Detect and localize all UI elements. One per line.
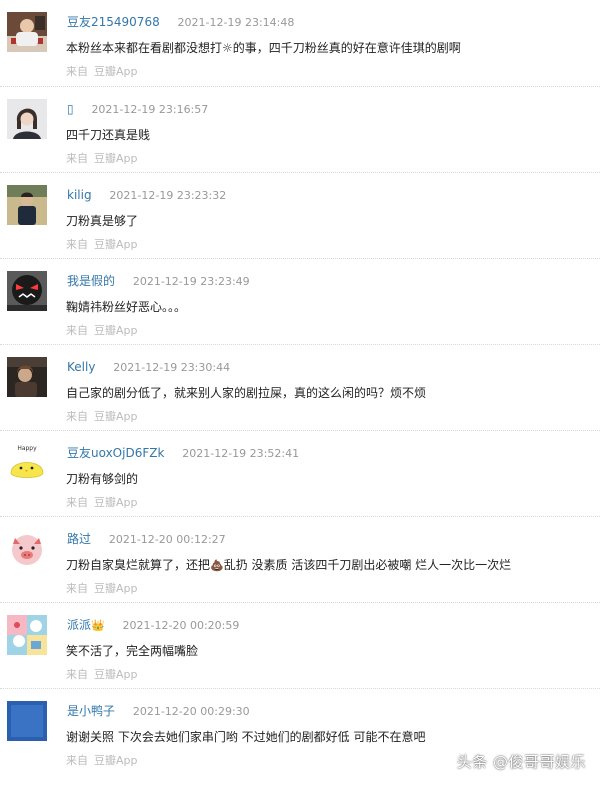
source-prefix: 来自 [66, 754, 88, 767]
comment-item: 豆友215490768 2021-12-19 23:14:48 本粉丝本来都在看… [0, 0, 600, 86]
avatar[interactable] [7, 99, 47, 139]
comment-item: 路过 2021-12-20 00:12:27 刀粉自家臭烂就算了，还把💩乱扔 没… [0, 516, 600, 602]
comment-text: 谢谢关照 下次会去她们家串门哟 不过她们的剧都好低 可能不在意吧 [66, 730, 426, 744]
comment-time: 2021-12-19 23:30:44 [113, 361, 231, 374]
avatar[interactable] [7, 271, 47, 311]
comment-source: 来自 豆瓣App [66, 494, 138, 510]
avatar[interactable] [7, 615, 47, 655]
comment-source: 来自 豆瓣App [66, 752, 138, 768]
comment-item: 我是假的 2021-12-19 23:23:49 鞠婧祎粉丝好恶心。。。 来自豆… [0, 258, 600, 344]
username-link[interactable]: 我是假的 [67, 274, 115, 288]
comment-text: 刀粉真是够了 [66, 214, 139, 228]
avatar[interactable] [7, 357, 47, 397]
avatar[interactable] [7, 529, 47, 569]
blue-square-avatar-icon [7, 701, 47, 741]
source-app: 豆瓣App [94, 324, 138, 337]
comment-time: 2021-12-19 23:14:48 [177, 16, 295, 29]
comment-item: kilig 2021-12-19 23:23:32 刀粉真是够了 来自 豆瓣App [0, 172, 600, 258]
comment-text: 自己家的剧分低了，就来别人家的剧拉屎，真的这么闲的吗？烦不烦 [66, 386, 427, 400]
comment-text: 本粉丝本来都在看剧都没想打☼的事，四千刀粉丝真的好在意许佳琪的剧啊 [66, 41, 461, 55]
avatar-label: Happy [17, 445, 37, 452]
source-prefix: 来自 [66, 152, 88, 165]
source-app: 豆瓣App [94, 65, 138, 78]
source-app: 豆瓣App [94, 582, 138, 595]
comment-item: ▯ 2021-12-19 23:16:57 四千刀还真是贱 来自 豆瓣App [0, 86, 600, 172]
source-prefix: 来自 [66, 410, 88, 423]
comment-time: 2021-12-19 23:23:32 [109, 189, 227, 202]
comment-text-part: 乱扔 没素质 活该四千刀剧出必被嘲 烂人一次比一次烂 [223, 558, 512, 572]
woman-photo-avatar-icon [7, 99, 47, 139]
comment-meta: ▯ 2021-12-19 23:16:57 [67, 101, 208, 118]
comment-text-part: 刀粉自家臭烂就算了，还把 [66, 558, 211, 572]
person-photo-avatar-icon [7, 12, 47, 52]
source-prefix: 来自 [66, 324, 88, 337]
source-prefix: 来自 [66, 238, 88, 251]
username-link[interactable]: 派派👑 [67, 618, 105, 632]
source-app: 豆瓣App [94, 754, 138, 767]
source-prefix: 来自 [66, 582, 88, 595]
comment-text: 刀粉有够剑的 [66, 472, 139, 486]
username-link[interactable]: 路过 [67, 532, 91, 546]
comment-item: Happy 豆友uoxOjD6FZk 2021-12-19 23:52:41 刀… [0, 430, 600, 516]
source-app: 豆瓣App [94, 152, 138, 165]
comment-meta: Kelly 2021-12-19 23:30:44 [67, 359, 230, 376]
comment-source: 来自 豆瓣App [66, 580, 138, 596]
comment-list: 豆友215490768 2021-12-19 23:14:48 本粉丝本来都在看… [0, 0, 600, 774]
person-photo-avatar-icon [7, 185, 47, 225]
username-link[interactable]: Kelly [67, 360, 95, 374]
comment-source: 来自 豆瓣App [66, 408, 138, 424]
username-text: 派派 [67, 618, 92, 632]
avatar[interactable] [7, 185, 47, 225]
comment-time: 2021-12-19 23:52:41 [182, 447, 300, 460]
username-link[interactable]: 豆友uoxOjD6FZk [67, 446, 164, 460]
comment-meta: 豆友uoxOjD6FZk 2021-12-19 23:52:41 [67, 445, 299, 462]
comment-meta: 是小鸭子 2021-12-20 00:29:30 [67, 703, 250, 720]
cartoon-angry-avatar-icon [7, 271, 47, 311]
comment-source: 来自 豆瓣App [66, 236, 138, 252]
avatar[interactable] [7, 12, 47, 52]
comment-meta: 豆友215490768 2021-12-19 23:14:48 [67, 14, 294, 31]
source-app: 豆瓣App [94, 668, 138, 681]
comment-item: Kelly 2021-12-19 23:30:44 自己家的剧分低了，就来别人家… [0, 344, 600, 430]
comment-text: 鞠婧祎粉丝好恶心。。。 [66, 300, 187, 314]
source-app: 豆瓣App [94, 496, 138, 509]
username-link[interactable]: kilig [67, 188, 92, 202]
comment-time: 2021-12-19 23:23:49 [132, 275, 250, 288]
poop-emoji-icon: 💩 [210, 559, 224, 572]
cartoon-collage-avatar-icon [7, 615, 47, 655]
comment-meta: kilig 2021-12-19 23:23:32 [67, 187, 226, 204]
crown-icon: 👑 [91, 619, 105, 632]
comment-meta: 派派👑 2021-12-20 00:20:59 [67, 617, 239, 634]
comment-text: 刀粉自家臭烂就算了，还把💩乱扔 没素质 活该四千刀剧出必被嘲 烂人一次比一次烂 [66, 556, 511, 575]
pink-pig-avatar-icon [7, 529, 47, 569]
yellow-chick-avatar-icon: Happy [7, 443, 47, 483]
comment-time: 2021-12-20 00:12:27 [108, 533, 226, 546]
avatar[interactable]: Happy [7, 443, 47, 483]
source-app: 豆瓣App [94, 238, 138, 251]
comment-text: 四千刀还真是贱 [66, 128, 151, 142]
comment-time: 2021-12-20 00:20:59 [122, 619, 240, 632]
comment-item: 派派👑 2021-12-20 00:20:59 笑不活了，完全两幅嘴脸 来自 豆瓣… [0, 602, 600, 688]
username-link[interactable]: 豆友215490768 [67, 15, 160, 29]
source-prefix: 来自 [66, 65, 88, 78]
username-link[interactable]: ▯ [67, 102, 74, 116]
comment-meta: 我是假的 2021-12-19 23:23:49 [67, 273, 250, 290]
comment-text: 笑不活了，完全两幅嘴脸 [66, 644, 199, 658]
avatar[interactable] [7, 701, 47, 741]
comment-time: 2021-12-20 00:29:30 [132, 705, 250, 718]
source-app: 豆瓣App [94, 410, 138, 423]
comment-source: 来自 豆瓣App [66, 322, 138, 338]
comment-meta: 路过 2021-12-20 00:12:27 [67, 531, 226, 548]
comment-source: 来自 豆瓣App [66, 63, 138, 79]
watermark: 头条 @俊哥哥娱乐 [456, 753, 586, 771]
source-prefix: 来自 [66, 496, 88, 509]
person-photo-avatar-icon [7, 357, 47, 397]
comment-source: 来自 豆瓣App [66, 666, 138, 682]
username-link[interactable]: 是小鸭子 [67, 704, 115, 718]
comment-time: 2021-12-19 23:16:57 [91, 103, 209, 116]
comment-source: 来自 豆瓣App [66, 150, 138, 166]
source-prefix: 来自 [66, 668, 88, 681]
